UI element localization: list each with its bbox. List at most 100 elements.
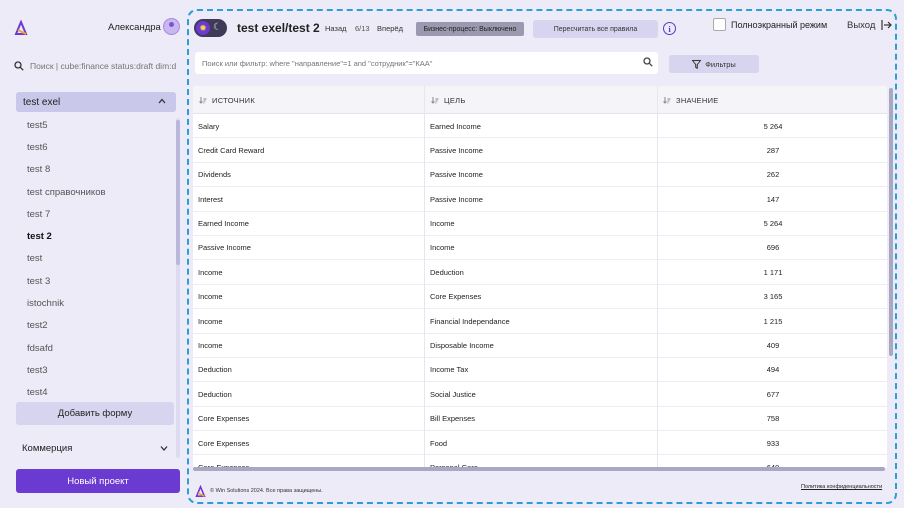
privacy-policy-link[interactable]: Политика конфиденциальности — [801, 484, 882, 490]
cell-target[interactable]: Deduction — [430, 260, 655, 284]
cell-source[interactable]: Income — [198, 309, 423, 333]
column-header-source[interactable]: ИСТОЧНИК — [199, 86, 255, 114]
sidebar-item[interactable]: fdsafd — [27, 337, 167, 359]
cell-target[interactable]: Passive Income — [430, 163, 655, 187]
sidebar-item[interactable]: test 3 — [27, 270, 167, 292]
table-vertical-scrollbar[interactable] — [889, 88, 893, 356]
business-process-status-badge: Бизнес-процесс: Выключено — [416, 22, 524, 36]
table-row[interactable]: Interest Passive Income 147 — [193, 187, 887, 212]
logout-icon[interactable] — [881, 19, 892, 31]
sidebar-item[interactable]: istochnik — [27, 292, 167, 314]
sidebar-item[interactable]: test3 — [27, 359, 167, 381]
cell-value[interactable]: 758 — [658, 407, 887, 431]
sidebar-item[interactable]: test 2 — [27, 225, 167, 247]
fullscreen-checkbox[interactable] — [713, 18, 726, 31]
cell-value[interactable]: 696 — [658, 236, 887, 260]
cell-target[interactable]: Income Tax — [430, 358, 655, 382]
cell-value[interactable]: 5 264 — [658, 114, 887, 138]
table-horizontal-scrollbar[interactable] — [193, 467, 885, 471]
filter-input[interactable] — [195, 52, 658, 74]
sidebar-item[interactable]: test5 — [27, 114, 167, 136]
user-avatar[interactable] — [163, 18, 180, 35]
sidebar-item[interactable]: test4 — [27, 382, 167, 404]
cell-source[interactable]: Credit Card Reward — [198, 138, 423, 162]
cell-target[interactable]: Social Justice — [430, 382, 655, 406]
search-icon[interactable] — [643, 57, 653, 67]
cell-target[interactable]: Disposable Income — [430, 334, 655, 358]
logout-link[interactable]: Выход — [847, 20, 875, 31]
sidebar-item[interactable]: test — [27, 248, 167, 270]
cell-value[interactable]: 147 — [658, 187, 887, 211]
cell-value[interactable]: 677 — [658, 382, 887, 406]
cell-source[interactable]: Earned Income — [198, 212, 423, 236]
cell-value[interactable]: 933 — [658, 431, 887, 455]
cell-source[interactable]: Salary — [198, 114, 423, 138]
cell-value[interactable]: 3 165 — [658, 285, 887, 309]
table-row[interactable]: Dividends Passive Income 262 — [193, 163, 887, 188]
cell-target[interactable]: Passive Income — [430, 138, 655, 162]
table-row[interactable]: Credit Card Reward Passive Income 287 — [193, 138, 887, 163]
cell-value[interactable]: 494 — [658, 358, 887, 382]
cell-source[interactable]: Income — [198, 334, 423, 358]
back-link[interactable]: Назад — [325, 24, 347, 33]
sidebar-item[interactable]: test2 — [27, 315, 167, 337]
recalculate-rules-button[interactable]: Пересчитать все правила — [533, 20, 658, 38]
sidebar-item[interactable]: test6 — [27, 136, 167, 158]
sidebar-item[interactable]: test 8 — [27, 159, 167, 181]
add-form-button[interactable]: Добавить форму — [16, 402, 174, 425]
cell-target[interactable]: Income — [430, 236, 655, 260]
cell-source[interactable]: Core Expenses — [198, 431, 423, 455]
sort-icon — [199, 97, 207, 104]
sidebar-item[interactable]: test 7 — [27, 203, 167, 225]
info-icon[interactable]: i — [663, 22, 676, 35]
table-row[interactable]: Deduction Income Tax 494 — [193, 358, 887, 383]
table-row[interactable]: Salary Earned Income 5 264 — [193, 114, 887, 139]
cell-target[interactable]: Bill Expenses — [430, 407, 655, 431]
new-project-button[interactable]: Новый проект — [16, 469, 180, 493]
filters-button[interactable]: Фильтры — [669, 55, 759, 73]
cell-value[interactable]: 1 215 — [658, 309, 887, 333]
cell-target[interactable]: Earned Income — [430, 114, 655, 138]
table-row[interactable]: Income Deduction 1 171 — [193, 260, 887, 285]
cell-target[interactable]: Income — [430, 212, 655, 236]
column-header-label: ЦЕЛЬ — [444, 95, 466, 105]
sort-icon — [431, 97, 439, 104]
table-row[interactable]: Deduction Social Justice 677 — [193, 382, 887, 407]
table-row[interactable]: Core Expenses Food 933 — [193, 431, 887, 456]
copyright-text: © Win Solutions 2024. Все права защищены… — [210, 488, 323, 494]
sidebar-search-input[interactable] — [30, 61, 182, 71]
cell-source[interactable]: Core Expenses — [198, 407, 423, 431]
cell-value[interactable]: 287 — [658, 138, 887, 162]
table-row[interactable]: Passive Income Income 696 — [193, 236, 887, 261]
filters-button-label: Фильтры — [705, 59, 736, 69]
table-row[interactable]: Income Disposable Income 409 — [193, 334, 887, 358]
column-header-target[interactable]: ЦЕЛЬ — [431, 86, 466, 114]
cell-source[interactable]: Passive Income — [198, 236, 423, 260]
cell-value[interactable]: 5 264 — [658, 212, 887, 236]
table-row[interactable]: Earned Income Income 5 264 — [193, 212, 887, 236]
column-header-value[interactable]: ЗНАЧЕНИЕ — [663, 86, 719, 114]
cell-target[interactable]: Core Expenses — [430, 285, 655, 309]
section-commerce[interactable]: Коммерция — [22, 440, 172, 456]
cell-target[interactable]: Financial Independance — [430, 309, 655, 333]
cell-source[interactable]: Deduction — [198, 382, 423, 406]
cell-value[interactable]: 1 171 — [658, 260, 887, 284]
table-row[interactable]: Income Core Expenses 3 165 — [193, 285, 887, 310]
cell-source[interactable]: Interest — [198, 187, 423, 211]
cell-target[interactable]: Food — [430, 431, 655, 455]
tree-group-header[interactable]: test exel — [16, 92, 176, 112]
table-row[interactable]: Core Expenses Bill Expenses 758 — [193, 407, 887, 432]
forward-link[interactable]: Вперёд — [377, 24, 403, 33]
cell-value[interactable]: 409 — [658, 334, 887, 358]
cell-source[interactable]: Deduction — [198, 358, 423, 382]
table-header: ИСТОЧНИК ЦЕЛЬ ЗНАЧЕНИЕ — [193, 86, 887, 114]
sidebar-scrollbar[interactable] — [176, 120, 180, 265]
cell-source[interactable]: Income — [198, 285, 423, 309]
cell-target[interactable]: Passive Income — [430, 187, 655, 211]
table-row[interactable]: Income Financial Independance 1 215 — [193, 309, 887, 334]
data-table: ИСТОЧНИК ЦЕЛЬ ЗНАЧЕНИЕ Salary Earned Inco — [193, 86, 887, 468]
cell-value[interactable]: 262 — [658, 163, 887, 187]
sidebar-item[interactable]: test справочников — [27, 181, 167, 203]
cell-source[interactable]: Income — [198, 260, 423, 284]
cell-source[interactable]: Dividends — [198, 163, 423, 187]
